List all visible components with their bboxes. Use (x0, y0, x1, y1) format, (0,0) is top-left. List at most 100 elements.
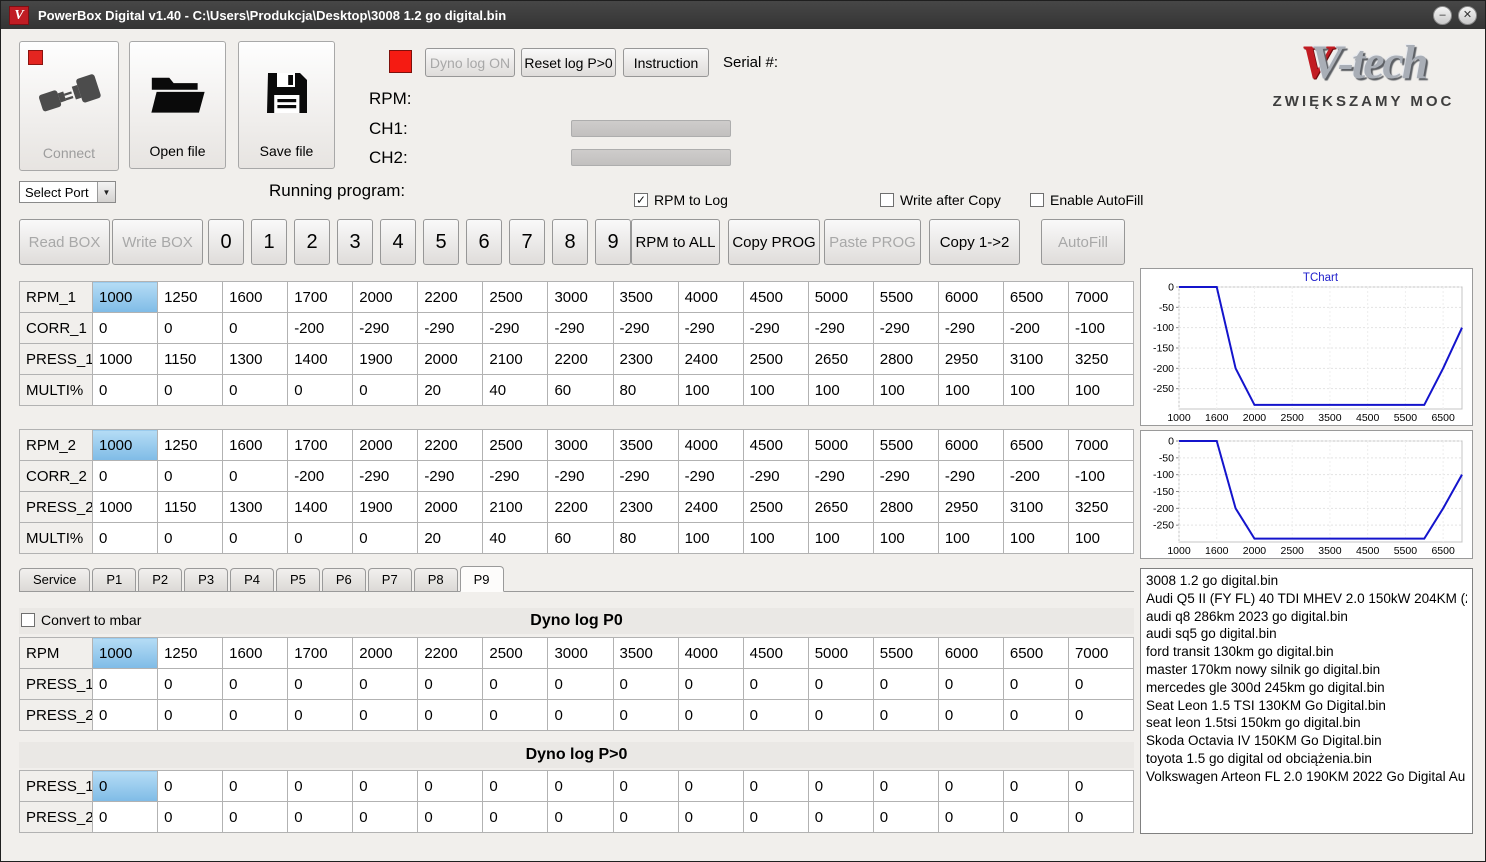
grid-cell[interactable]: -290 (547, 312, 614, 344)
grid-cell[interactable]: 3000 (547, 429, 614, 461)
grid-cell[interactable]: 2800 (872, 491, 939, 523)
minimize-icon[interactable]: – (1433, 5, 1452, 25)
save-file-button[interactable]: Save file (238, 41, 335, 169)
grid-cell[interactable]: 0 (287, 668, 354, 700)
grid-cell[interactable]: -290 (417, 460, 484, 492)
grid-cell[interactable]: 1900 (352, 491, 419, 523)
grid-cell[interactable]: 1150 (157, 343, 224, 375)
grid-cell[interactable]: 0 (807, 668, 874, 700)
grid-cell[interactable]: 0 (677, 668, 744, 700)
grid-cell[interactable]: 7000 (1067, 281, 1135, 313)
connect-button[interactable]: Connect (19, 41, 119, 171)
grid-cell[interactable]: 5500 (872, 281, 939, 313)
grid-cell[interactable]: 100 (937, 374, 1004, 406)
grid-cell[interactable]: 3250 (1067, 491, 1135, 523)
grid-cell[interactable]: 2650 (807, 491, 874, 523)
grid-cell[interactable]: 7000 (1067, 637, 1135, 669)
program-2-button[interactable]: 2 (294, 219, 330, 265)
grid-cell[interactable]: 0 (807, 699, 874, 731)
grid-cell[interactable]: 0 (91, 522, 159, 554)
open-file-button[interactable]: Open file (129, 41, 226, 169)
grid-cell[interactable]: 0 (287, 801, 354, 833)
grid-cell[interactable]: 100 (677, 374, 744, 406)
grid-cell[interactable]: 0 (937, 801, 1004, 833)
grid-cell[interactable]: -290 (807, 312, 874, 344)
grid-cell[interactable]: 0 (547, 801, 614, 833)
grid-cell[interactable]: 0 (222, 460, 289, 492)
grid-cell[interactable]: -200 (287, 312, 354, 344)
grid-cell[interactable]: 2000 (417, 491, 484, 523)
grid-cell[interactable]: 2300 (612, 491, 679, 523)
grid-cell[interactable]: 0 (157, 699, 224, 731)
grid-cell[interactable]: 1250 (157, 281, 224, 313)
instruction-button[interactable]: Instruction (623, 48, 709, 77)
grid-cell[interactable]: 1300 (222, 491, 289, 523)
grid-cell[interactable]: 40 (482, 374, 549, 406)
grid-cell[interactable]: 7000 (1067, 429, 1135, 461)
grid-cell[interactable]: 0 (677, 699, 744, 731)
grid-cell[interactable]: 3100 (1002, 491, 1069, 523)
program-6-button[interactable]: 6 (466, 219, 502, 265)
grid-cell[interactable]: 0 (352, 801, 419, 833)
grid-cell[interactable]: -290 (677, 460, 744, 492)
grid-cell[interactable]: 3250 (1067, 343, 1135, 375)
grid-cell[interactable]: 0 (157, 312, 224, 344)
program-9-button[interactable]: 9 (595, 219, 631, 265)
grid-cell[interactable]: 0 (937, 668, 1004, 700)
file-list-item[interactable]: ford transit 130km go digital.bin (1146, 643, 1467, 661)
grid-cell[interactable]: 1900 (352, 343, 419, 375)
grid-cell[interactable]: -290 (352, 312, 419, 344)
grid-cell[interactable]: 0 (222, 522, 289, 554)
grid-cell[interactable]: 0 (482, 770, 549, 802)
grid-cell[interactable]: 1300 (222, 343, 289, 375)
grid-cell[interactable]: 100 (872, 522, 939, 554)
grid-cell[interactable]: 0 (1067, 699, 1135, 731)
grid-cell[interactable]: 0 (547, 770, 614, 802)
grid-cell[interactable]: 1000 (91, 281, 159, 313)
grid-cell[interactable]: 3500 (612, 429, 679, 461)
grid-cell[interactable]: 2500 (482, 429, 549, 461)
file-list-item[interactable]: toyota 1.5 go digital od obciążenia.bin (1146, 750, 1467, 768)
grid-cell[interactable]: 0 (91, 770, 159, 802)
grid-cell[interactable]: 0 (872, 770, 939, 802)
file-list-item[interactable]: Volkswagen Arteon FL 2.0 190KM 2022 Go D… (1146, 768, 1467, 786)
grid-cell[interactable]: 0 (417, 668, 484, 700)
grid-cell[interactable]: 0 (352, 374, 419, 406)
grid-cell[interactable]: 2400 (677, 491, 744, 523)
grid-cell[interactable]: 0 (91, 668, 159, 700)
grid-cell[interactable]: 2200 (417, 281, 484, 313)
grid-cell[interactable]: 60 (547, 374, 614, 406)
copy-prog-button[interactable]: Copy PROG (728, 219, 820, 265)
enable-autofill-checkbox[interactable]: Enable AutoFill (1030, 192, 1143, 208)
grid-cell[interactable]: 2500 (482, 281, 549, 313)
rpm-to-log-checkbox[interactable]: ✓ RPM to Log (634, 192, 728, 208)
program-7-button[interactable]: 7 (509, 219, 545, 265)
grid-cell[interactable]: 100 (1002, 374, 1069, 406)
grid-cell[interactable]: 0 (91, 374, 159, 406)
grid-cell[interactable]: 100 (807, 522, 874, 554)
grid-cell[interactable]: 100 (872, 374, 939, 406)
grid-cell[interactable]: 2000 (352, 429, 419, 461)
file-list-item[interactable]: audi sq5 go digital.bin (1146, 625, 1467, 643)
file-list-item[interactable]: seat leon 1.5tsi 150km go digital.bin (1146, 714, 1467, 732)
grid-cell[interactable]: 4000 (677, 429, 744, 461)
grid-cell[interactable]: 6500 (1002, 637, 1069, 669)
grid-cell[interactable]: -200 (1002, 460, 1069, 492)
grid-cell[interactable]: 0 (1002, 801, 1069, 833)
grid-cell[interactable]: -290 (352, 460, 419, 492)
grid-cell[interactable]: 1000 (91, 429, 159, 461)
grid-cell[interactable]: 0 (547, 668, 614, 700)
grid-cell[interactable]: -200 (1002, 312, 1069, 344)
grid-cell[interactable]: 0 (1002, 668, 1069, 700)
grid-cell[interactable]: 0 (677, 801, 744, 833)
grid-cell[interactable]: 2200 (417, 429, 484, 461)
grid-cell[interactable]: 2950 (937, 343, 1004, 375)
rpm-to-all-button[interactable]: RPM to ALL (631, 219, 720, 265)
grid-cell[interactable]: 0 (91, 801, 159, 833)
grid-cell[interactable]: 0 (872, 668, 939, 700)
grid-cell[interactable]: 100 (807, 374, 874, 406)
grid-cell[interactable]: 4000 (677, 281, 744, 313)
grid-cell[interactable]: -290 (612, 460, 679, 492)
grid-cell[interactable]: 0 (91, 460, 159, 492)
grid-cell[interactable]: 2100 (482, 343, 549, 375)
